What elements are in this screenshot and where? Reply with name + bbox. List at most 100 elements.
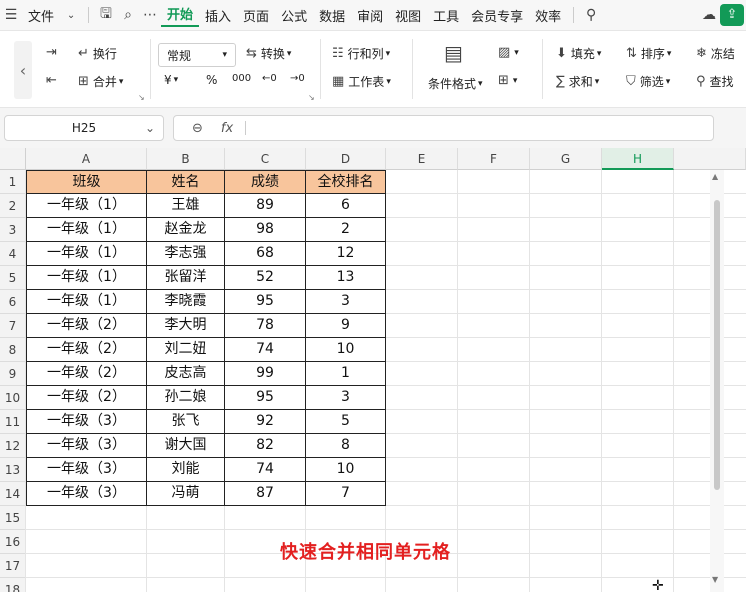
scroll-up-icon[interactable]: ▲ [712, 172, 718, 181]
table-cell[interactable]: 1 [306, 362, 386, 386]
name-box[interactable]: H25 ⌄ [4, 115, 164, 141]
table-cell[interactable]: 89 [225, 194, 306, 218]
save-icon[interactable]: 🖫 [95, 3, 117, 27]
table-cell[interactable]: 一年级（2） [26, 362, 147, 386]
table-cell[interactable]: 一年级（1） [26, 194, 147, 218]
table-cell[interactable]: 赵金龙 [147, 218, 225, 242]
column-header-a[interactable]: A [26, 148, 147, 170]
table-header-cell[interactable]: 班级 [26, 170, 147, 194]
table-cell[interactable]: 2 [306, 218, 386, 242]
table-cell[interactable]: 6 [306, 194, 386, 218]
table-cell[interactable]: 皮志高 [147, 362, 225, 386]
table-cell[interactable]: 一年级（3） [26, 410, 147, 434]
row-header[interactable]: 5 [0, 266, 26, 290]
table-cell[interactable]: 68 [225, 242, 306, 266]
table-cell[interactable]: 一年级（2） [26, 314, 147, 338]
select-all-corner[interactable] [0, 148, 26, 170]
row-header[interactable]: 8 [0, 338, 26, 362]
row-header[interactable]: 3 [0, 218, 26, 242]
find-button[interactable]: ⚲ 查找 [696, 73, 734, 90]
table-cell[interactable]: 7 [306, 482, 386, 506]
table-cell[interactable]: 3 [306, 290, 386, 314]
spreadsheet-grid[interactable]: A B C D E F G H 1 2 3 4 5 6 7 8 9 10 11 12 13 14 15 16 17 18 班级 姓名成… [0, 148, 746, 592]
row-header[interactable]: 13 [0, 458, 26, 482]
chevron-down-icon[interactable]: ⌄ [60, 10, 82, 21]
table-cell[interactable]: 82 [225, 434, 306, 458]
table-cell[interactable]: 刘能 [147, 458, 225, 482]
tab-data[interactable]: 数据 [313, 6, 351, 25]
table-cell[interactable]: 95 [225, 290, 306, 314]
column-header-c[interactable]: C [225, 148, 306, 170]
table-cell[interactable]: 95 [225, 386, 306, 410]
column-header-b[interactable]: B [147, 148, 225, 170]
increase-decimal-button[interactable]: ←0 [262, 73, 277, 84]
table-cell[interactable]: 一年级（3） [26, 434, 147, 458]
row-header[interactable]: 18 [0, 578, 26, 592]
percent-button[interactable]: % [206, 73, 217, 87]
cond-format-button[interactable]: 条件格式 ▾ [428, 75, 483, 92]
table-cell[interactable]: 一年级（1） [26, 290, 147, 314]
table-cell[interactable]: 李志强 [147, 242, 225, 266]
decrease-decimal-button[interactable]: →0 [290, 73, 305, 84]
filter-button[interactable]: ⛉ 筛选 ▾ [626, 73, 670, 90]
row-header[interactable]: 9 [0, 362, 26, 386]
table-header-cell[interactable]: 成绩 [225, 170, 306, 194]
table-cell[interactable]: 李大明 [147, 314, 225, 338]
table-cell[interactable]: 9 [306, 314, 386, 338]
cloud-icon[interactable]: ☁ [698, 7, 720, 23]
hamburger-icon[interactable]: ☰ [0, 7, 22, 23]
table-cell[interactable]: 8 [306, 434, 386, 458]
format-painter-icon[interactable]: ⌕ [117, 7, 139, 23]
sort-button[interactable]: ⇅ 排序 ▾ [626, 45, 671, 62]
table-cell[interactable]: 74 [225, 458, 306, 482]
row-header[interactable]: 2 [0, 194, 26, 218]
row-col-button[interactable]: ☷ 行和列 ▾ [332, 45, 390, 62]
sum-button[interactable]: ∑ 求和 ▾ [556, 73, 599, 90]
row-header[interactable]: 14 [0, 482, 26, 506]
table-cell[interactable]: 一年级（1） [26, 218, 147, 242]
cell-style-button[interactable]: ▨ ▾ [498, 45, 519, 60]
indent-button[interactable]: ⇥ [46, 45, 61, 60]
row-header[interactable]: 6 [0, 290, 26, 314]
formula-input[interactable]: ⊖ fx [173, 115, 714, 141]
table-header-cell[interactable]: 全校排名 [306, 170, 386, 194]
table-cell[interactable]: 刘二妞 [147, 338, 225, 362]
tab-insert[interactable]: 插入 [199, 6, 237, 25]
row-header[interactable]: 12 [0, 434, 26, 458]
zoom-icon[interactable]: ⊖ [192, 121, 203, 136]
table-cell[interactable]: 一年级（1） [26, 266, 147, 290]
table-cell[interactable]: 一年级（1） [26, 242, 147, 266]
tab-page[interactable]: 页面 [237, 6, 275, 25]
row-header[interactable]: 17 [0, 554, 26, 578]
table-cell[interactable]: 谢大国 [147, 434, 225, 458]
scrollbar-thumb[interactable] [714, 200, 720, 490]
convert-button[interactable]: ⇆ 转换 ▾ [246, 45, 291, 62]
row-header[interactable]: 1 [0, 170, 26, 194]
table-cell[interactable]: 一年级（2） [26, 338, 147, 362]
search-icon[interactable]: ⚲ [580, 7, 602, 23]
row-header[interactable]: 10 [0, 386, 26, 410]
fill-button[interactable]: ⬇ 填充 ▾ [556, 45, 601, 62]
tab-member[interactable]: 会员专享 [465, 6, 529, 25]
table-cell[interactable]: 一年级（3） [26, 482, 147, 506]
vertical-scrollbar[interactable]: ▲ ▼ [710, 170, 724, 592]
row-header[interactable]: 15 [0, 506, 26, 530]
number-format-select[interactable]: 常规 ▾ [158, 43, 236, 67]
freeze-button[interactable]: ❄ 冻结 [696, 45, 735, 62]
file-menu[interactable]: 文件 [22, 6, 60, 25]
ribbon-scroll-left[interactable]: ‹ [14, 41, 32, 99]
merge-button[interactable]: ⊞ 合并 ▾ [78, 73, 123, 90]
table-header-cell[interactable]: 姓名 [147, 170, 225, 194]
outdent-button[interactable]: ⇤ [46, 73, 61, 88]
table-cell[interactable]: 98 [225, 218, 306, 242]
table-cell[interactable]: 一年级（2） [26, 386, 147, 410]
table-cell[interactable]: 孙二娘 [147, 386, 225, 410]
table-cell[interactable]: 5 [306, 410, 386, 434]
column-header-e[interactable]: E [386, 148, 458, 170]
tab-home[interactable]: 开始 [161, 4, 200, 27]
tab-tools[interactable]: 工具 [427, 6, 465, 25]
wrap-text-button[interactable]: ↵ 换行 [78, 45, 117, 62]
table-cell[interactable]: 10 [306, 458, 386, 482]
row-header[interactable]: 4 [0, 242, 26, 266]
more-icon[interactable]: ⋯ [139, 7, 161, 23]
